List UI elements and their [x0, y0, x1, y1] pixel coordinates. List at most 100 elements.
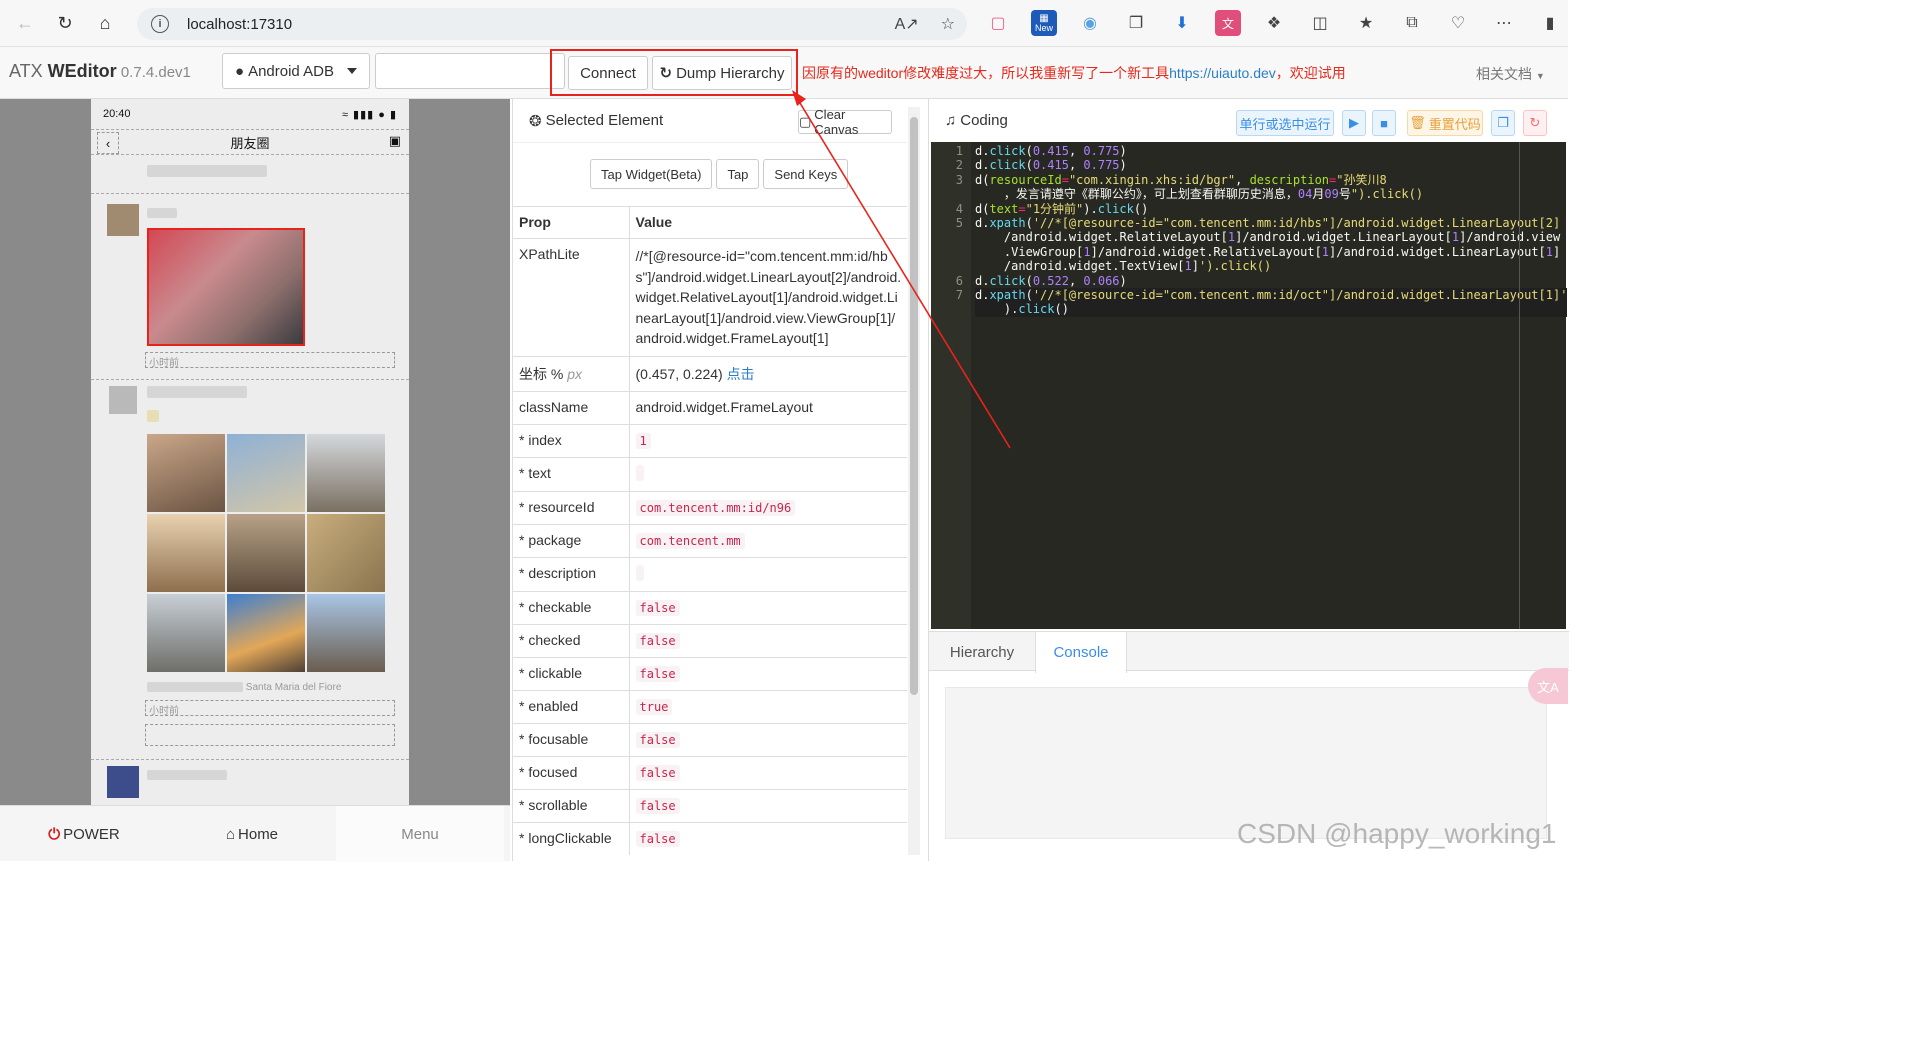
menu-button[interactable]: Menu — [336, 806, 504, 862]
favorite-star-icon[interactable]: ☆ — [941, 14, 955, 34]
table-row: * focused false — [513, 755, 907, 789]
props-scrollbar[interactable] — [908, 107, 920, 855]
stop-icon[interactable]: ■ — [1372, 110, 1396, 136]
code-editor[interactable]: 123 45 67 d.click(0.415, 0.775) d.click(0.4… — [931, 142, 1568, 629]
table-row: * checkable false — [513, 590, 907, 624]
new-extension-icon[interactable]: ▦ New — [1031, 10, 1057, 36]
selected-element-panel: ❂ Selected Element ▢ Clear Canvas Tap Wi… — [512, 99, 907, 861]
table-row: * checked false — [513, 623, 907, 657]
translate-float-icon[interactable]: 文A — [1528, 668, 1568, 704]
console-output — [945, 687, 1547, 839]
post-footer — [145, 700, 395, 716]
prop-value: false — [629, 821, 907, 855]
home-icon[interactable]: ⌂ — [90, 8, 120, 38]
split-screen-icon[interactable]: ◫ — [1307, 10, 1333, 36]
code-text[interactable]: d.click(0.415, 0.775) d.click(0.415, 0.77… — [975, 144, 1568, 317]
phone-screenshot[interactable]: 20:40 ≈ ▮▮▮ ● ▮ ‹ 朋友圈 ▣ 小时前 Santa Maria … — [91, 99, 409, 805]
line-number — [931, 259, 963, 273]
coding-title: Coding — [960, 112, 1008, 129]
health-icon[interactable]: ♡ — [1445, 10, 1471, 36]
photo-caption: Santa Maria del Fiore — [147, 682, 341, 693]
favorites-icon[interactable]: ★ — [1353, 10, 1379, 36]
sidebar-toggle-icon[interactable]: ▮ — [1537, 10, 1563, 36]
line-number: 6 — [955, 273, 963, 288]
table-header-row: Prop Value — [513, 206, 907, 239]
prop-value-code: com.tencent.mm — [635, 532, 745, 549]
table-row: * focusable false — [513, 722, 907, 756]
code-line: ，发言请遵守《群聊公约》，可上划查看群聊历史消息，04月09号").click(… — [975, 187, 1424, 202]
power-button[interactable]: ⏻ POWER — [0, 806, 168, 862]
prop-key: * clickable — [513, 656, 630, 690]
send-keys-button[interactable]: Send Keys — [763, 159, 849, 189]
coord-click-link[interactable]: 点击 — [727, 366, 755, 382]
tab-hierarchy[interactable]: Hierarchy — [929, 632, 1035, 672]
device-serial-input[interactable] — [375, 53, 565, 89]
print-margin — [1519, 142, 1520, 629]
prop-value: false — [629, 623, 907, 657]
tap-button[interactable]: Tap — [716, 159, 760, 189]
scrollbar-thumb[interactable] — [910, 117, 918, 695]
brand-prefix: ATX — [9, 61, 48, 81]
download-extension-icon[interactable]: ⬇ — [1169, 10, 1195, 36]
device-screen-panel: 20:40 ≈ ▮▮▮ ● ▮ ‹ 朋友圈 ▣ 小时前 Santa Maria … — [0, 99, 510, 805]
uiauto-link[interactable]: https://uiauto.dev — [1169, 65, 1276, 81]
clear-canvas-button[interactable]: ▢ Clear Canvas — [798, 107, 892, 137]
tap-widget-button[interactable]: Tap Widget(Beta) — [590, 159, 713, 189]
moments-title: 朋友圈 — [230, 135, 270, 151]
bilibili-extension-icon[interactable]: ▢ — [985, 10, 1011, 36]
prop-value: false — [629, 755, 907, 789]
coord-px-toggle[interactable]: px — [567, 366, 582, 382]
site-info-icon[interactable]: i — [151, 15, 169, 33]
run-selected-button[interactable]: 单行或选中运行 — [1236, 110, 1334, 136]
prop-value: true — [629, 689, 907, 723]
avatar-extension-icon[interactable]: ◉ — [1077, 10, 1103, 36]
prop-key: * description — [513, 556, 630, 591]
table-row: * index 1 — [513, 423, 907, 457]
prop-value — [629, 556, 907, 591]
time-label: 小时前 — [149, 358, 179, 369]
prop-key: * longClickable — [513, 821, 630, 855]
home-button[interactable]: ⌂ Home — [168, 806, 336, 862]
prop-value: false — [629, 656, 907, 690]
app-version: 0.7.4.dev1 — [116, 64, 191, 81]
photo — [227, 514, 305, 592]
url-text: localhost:17310 — [187, 15, 293, 33]
address-bar[interactable]: i localhost:17310 A↗ ☆ — [137, 8, 967, 40]
read-aloud-icon[interactable]: A↗ — [895, 14, 919, 34]
platform-select[interactable]: ● Android ADB — [222, 53, 370, 89]
back-chevron-icon[interactable]: ‹ — [97, 132, 119, 154]
back-arrow-icon[interactable]: ← — [10, 8, 40, 38]
refresh-icon[interactable]: ↻ — [1523, 110, 1547, 136]
line-number: 1 — [955, 144, 963, 158]
prop-value-code — [635, 464, 644, 481]
prop-value-code: false — [635, 797, 680, 814]
prop-value: false — [629, 590, 907, 624]
reset-code-button[interactable]: 🗑 重置代码 — [1407, 110, 1483, 136]
docs-menu[interactable]: 相关文档 ▼ — [1476, 64, 1545, 84]
collections-icon[interactable]: ⧉ — [1399, 10, 1425, 36]
photo — [147, 594, 225, 672]
prop-key: * scrollable — [513, 788, 630, 822]
line-number — [931, 230, 963, 244]
reload-icon[interactable]: ↻ — [50, 8, 80, 38]
tab-console[interactable]: Console — [1035, 632, 1127, 673]
brand-name: WEditor — [47, 61, 117, 81]
puzzle-extensions-icon[interactable]: ❖ — [1261, 10, 1287, 36]
moments-title-bar: ‹ 朋友圈 ▣ — [91, 129, 409, 155]
line-number — [931, 302, 963, 316]
copy-icon[interactable]: ❐ — [1491, 110, 1515, 136]
prop-value-code: false — [635, 599, 680, 616]
prop-value-code: com.tencent.mm:id/n96 — [635, 499, 796, 516]
copy-extension-icon[interactable]: ❐ — [1123, 10, 1149, 36]
prop-value: com.tencent.mm:id/n96 — [629, 490, 907, 524]
more-menu-icon[interactable]: ⋯ — [1491, 10, 1517, 36]
translate-extension-icon[interactable]: 文 — [1215, 10, 1241, 36]
classname-value: android.widget.FrameLayout — [629, 390, 907, 424]
camera-icon[interactable]: ▣ — [389, 133, 401, 149]
line-number: 3 — [955, 172, 963, 187]
prop-key: XPathLite — [513, 238, 630, 356]
prop-column-header: Prop — [513, 206, 630, 239]
element-target-icon: ❂ — [529, 112, 542, 130]
photo — [307, 514, 385, 592]
run-all-play-icon[interactable]: ▶ — [1342, 110, 1366, 136]
